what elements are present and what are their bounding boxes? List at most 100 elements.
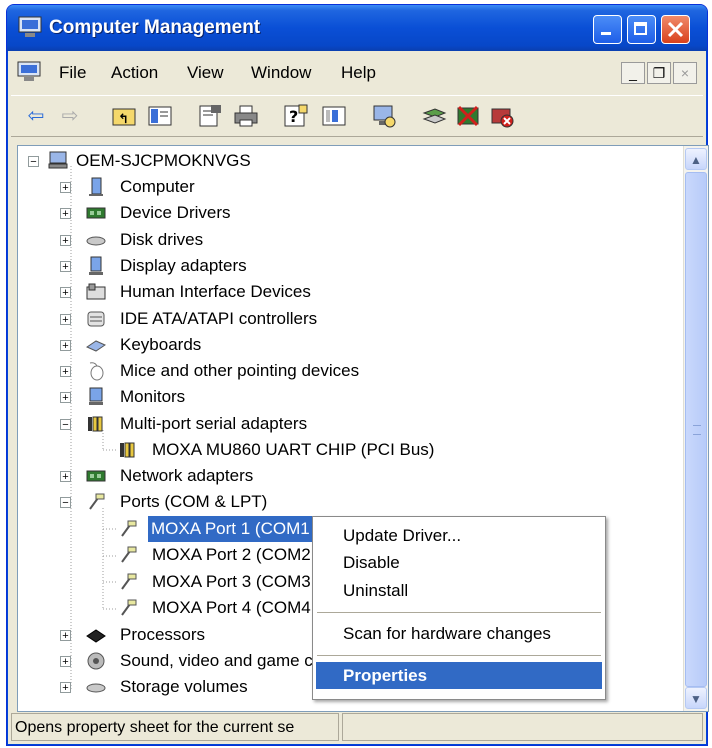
mdi-minimize-button[interactable]: _ — [621, 62, 645, 84]
title-bar[interactable]: Computer Management — [7, 5, 707, 51]
status-bar-panel — [342, 713, 703, 741]
computer-icon — [48, 151, 68, 169]
expand-button[interactable]: + — [60, 340, 71, 352]
menu-action[interactable]: Action — [111, 63, 158, 83]
view-icon[interactable] — [321, 103, 347, 129]
expand-button[interactable]: + — [60, 366, 71, 378]
help-icon[interactable]: ? — [283, 103, 309, 129]
ide-controller-icon — [87, 311, 105, 327]
system-menu-icon[interactable] — [17, 61, 41, 83]
tree-item-label: Sound, video and game c — [120, 651, 313, 670]
expand-button[interactable]: + — [60, 314, 71, 326]
tree-item-label: Display adapters — [120, 256, 247, 275]
status-bar-text: Opens property sheet for the current se — [11, 713, 339, 741]
expand-button[interactable]: + — [60, 630, 71, 642]
keyboard-icon — [86, 340, 106, 352]
expand-button[interactable]: + — [60, 471, 71, 483]
computer-management-icon — [18, 16, 42, 37]
tree-item-label: Processors — [120, 625, 206, 644]
port-icon — [121, 599, 137, 616]
serial-adapter-icon — [88, 416, 103, 432]
menu-help[interactable]: Help — [341, 63, 376, 83]
svg-text:?: ? — [289, 107, 298, 126]
maximize-button[interactable] — [627, 15, 656, 44]
expand-button[interactable]: + — [60, 656, 71, 668]
minimize-button[interactable] — [593, 15, 622, 44]
port-icon — [121, 546, 137, 563]
tree-item-label: MOXA MU860 UART CHIP (PCI Bus) — [152, 440, 435, 459]
tree-item-label: Keyboards — [120, 335, 202, 354]
scroll-down-button[interactable]: ▼ — [685, 687, 707, 709]
menu-separator — [317, 612, 601, 613]
update-driver-icon[interactable] — [421, 103, 447, 129]
mdi-close-button[interactable]: × — [673, 62, 697, 84]
expand-button[interactable]: + — [60, 682, 71, 694]
tree-item-label: Multi-port serial adapters — [120, 414, 308, 433]
tree-item-label: Disk drives — [120, 230, 204, 249]
expand-button[interactable]: + — [60, 261, 71, 273]
scan-icon[interactable] — [371, 103, 397, 129]
menu-bar: File Action View Window Help _ ❐ × — [11, 55, 703, 93]
menu-separator — [317, 655, 601, 656]
context-menu: Update Driver... Disable Uninstall Scan … — [312, 516, 606, 700]
serial-adapter-icon — [120, 442, 135, 458]
device-drivers-icon — [86, 207, 106, 219]
hid-icon — [86, 283, 106, 300]
up-folder-icon[interactable]: ↰ — [111, 103, 137, 129]
monitor-icon — [89, 387, 103, 405]
processor-icon — [86, 629, 106, 643]
tree-item-label: Device Drivers — [120, 203, 231, 222]
expand-button[interactable]: + — [60, 208, 71, 220]
menu-window[interactable]: Window — [251, 63, 311, 83]
tree-item-label: Network adapters — [120, 466, 254, 485]
port-icon — [121, 573, 137, 590]
close-button[interactable] — [661, 15, 690, 44]
mdi-restore-button[interactable]: ❐ — [647, 62, 671, 84]
expand-button[interactable]: + — [60, 287, 71, 299]
mouse-icon — [89, 362, 104, 381]
tree-item-label: Computer — [120, 177, 195, 196]
expand-button[interactable]: + — [60, 235, 71, 247]
collapse-root-button[interactable]: − — [28, 156, 39, 168]
menu-item-update-driver[interactable]: Update Driver... — [343, 526, 461, 546]
tree-item-label: MOXA Port 2 (COM2 — [152, 545, 311, 564]
svg-text:↰: ↰ — [118, 112, 129, 127]
tree-item-label: IDE ATA/ATAPI controllers — [120, 309, 318, 328]
uninstall-icon[interactable] — [489, 103, 515, 129]
expand-button[interactable]: + — [60, 392, 71, 404]
vertical-scrollbar[interactable]: ▲ ▼ — [683, 146, 708, 711]
tree-item-label: MOXA Port 4 (COM4 — [152, 598, 311, 617]
menu-file[interactable]: File — [59, 63, 86, 83]
network-adapter-icon — [86, 470, 106, 482]
scroll-up-button[interactable]: ▲ — [685, 148, 707, 170]
expand-button[interactable]: + — [60, 182, 71, 194]
storage-volume-icon — [86, 683, 106, 693]
port-icon — [89, 493, 105, 510]
window-title: Computer Management — [49, 17, 261, 38]
menu-item-disable[interactable]: Disable — [343, 553, 400, 573]
root-label: OEM-SJCPMOKNVGS — [76, 151, 251, 170]
port-icon — [121, 520, 137, 537]
tree-item-label: Monitors — [120, 387, 186, 406]
disable-icon[interactable] — [455, 103, 481, 129]
properties-icon[interactable] — [197, 103, 223, 129]
collapse-button[interactable]: − — [60, 497, 71, 509]
tree-item-label-selected: MOXA Port 1 (COM1 — [148, 516, 313, 542]
speaker-icon — [87, 652, 105, 670]
menu-item-scan-hardware[interactable]: Scan for hardware changes — [343, 624, 551, 644]
show-hide-tree-icon[interactable] — [147, 103, 173, 129]
computer-icon — [89, 177, 103, 196]
forward-icon[interactable]: ⇨ — [57, 103, 83, 129]
tree-item-label: Human Interface Devices — [120, 282, 311, 301]
menu-item-properties[interactable]: Properties — [343, 666, 427, 686]
collapse-button[interactable]: − — [60, 419, 71, 431]
scroll-thumb[interactable] — [685, 172, 707, 687]
disk-drive-icon — [86, 236, 106, 246]
back-icon[interactable]: ⇦ — [23, 103, 49, 129]
menu-item-uninstall[interactable]: Uninstall — [343, 581, 408, 601]
print-icon[interactable] — [233, 103, 259, 129]
menu-view[interactable]: View — [187, 63, 224, 83]
tree-item-label: Storage volumes — [120, 677, 248, 696]
display-adapter-icon — [89, 256, 103, 275]
tree-item-label: Mice and other pointing devices — [120, 361, 360, 380]
